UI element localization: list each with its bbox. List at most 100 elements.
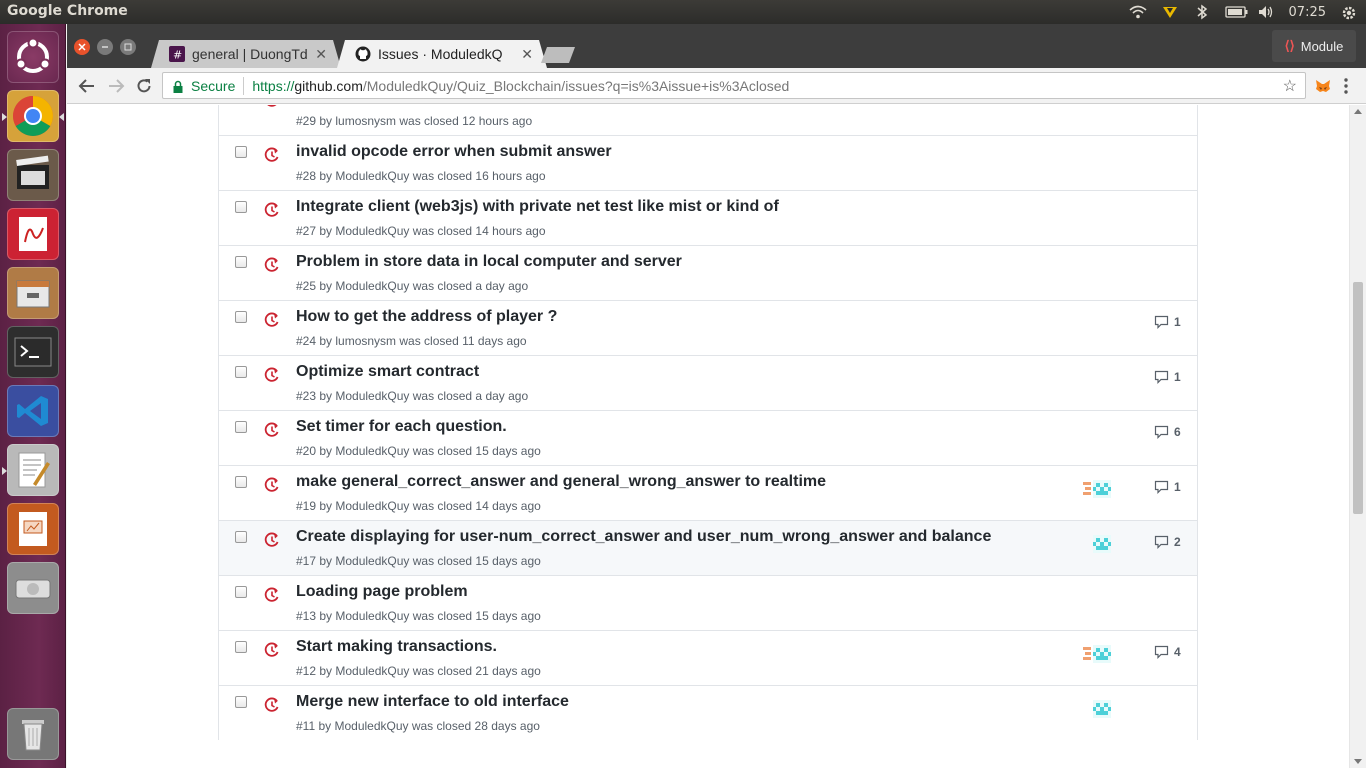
top-panel: Google Chrome 07:25	[0, 0, 1366, 24]
assignee-avatars[interactable]	[1083, 535, 1113, 555]
issue-checkbox[interactable]	[235, 586, 247, 598]
assignee-avatars[interactable]	[1083, 700, 1113, 720]
issue-title-link[interactable]: f5, close tab problem	[296, 105, 456, 106]
tab-strip: # general | DuongTd ✕ Issues · ModuledkQ…	[67, 24, 1366, 68]
bookmark-star-icon[interactable]: ☆	[1283, 76, 1297, 96]
wifi-icon[interactable]	[1129, 4, 1147, 20]
minimize-window-button[interactable]	[97, 39, 113, 55]
issue-title-link[interactable]: Create displaying for user-num_correct_a…	[296, 528, 991, 546]
scroll-up-icon[interactable]	[1354, 109, 1362, 114]
issue-closed-icon	[264, 532, 280, 548]
issue-checkbox[interactable]	[235, 421, 247, 433]
issue-row[interactable]: Create displaying for user-num_correct_a…	[219, 520, 1197, 575]
volume-icon[interactable]	[1257, 4, 1275, 20]
page-scrollbar[interactable]	[1349, 105, 1366, 768]
issue-comments-link[interactable]: 6	[1154, 425, 1181, 439]
issue-row[interactable]: Integrate client (web3js) with private n…	[219, 190, 1197, 245]
issue-row[interactable]: Loading page problem #13 by ModuledkQuy …	[219, 575, 1197, 630]
avatar[interactable]	[1093, 535, 1111, 553]
issue-closed-icon	[264, 697, 280, 713]
issue-row[interactable]: Start making transactions. #12 by Module…	[219, 630, 1197, 685]
metamask-extension-icon[interactable]	[1311, 74, 1335, 98]
maximize-window-button[interactable]	[120, 39, 136, 55]
settings-gear-icon[interactable]	[1340, 4, 1358, 20]
back-button[interactable]	[75, 74, 99, 98]
issue-checkbox[interactable]	[235, 366, 247, 378]
issue-row[interactable]: make general_correct_answer and general_…	[219, 465, 1197, 520]
close-tab-icon[interactable]: ✕	[315, 46, 327, 63]
reload-button[interactable]	[132, 74, 156, 98]
issue-comments-link[interactable]: 4	[1154, 645, 1181, 659]
clock[interactable]: 07:25	[1289, 5, 1326, 20]
issue-title-link[interactable]: Loading page problem	[296, 583, 468, 601]
close-tab-icon[interactable]: ✕	[521, 46, 533, 63]
issue-title-link[interactable]: Problem in store data in local computer …	[296, 253, 682, 271]
issue-checkbox[interactable]	[235, 146, 247, 158]
issue-closed-icon	[264, 202, 280, 218]
issue-title-link[interactable]: Integrate client (web3js) with private n…	[296, 198, 779, 216]
assignee-avatars[interactable]	[1083, 645, 1113, 665]
chrome-launcher-icon[interactable]	[2, 90, 64, 142]
new-tab-button[interactable]	[541, 47, 575, 63]
issue-checkbox[interactable]	[235, 256, 247, 268]
avatar[interactable]	[1093, 700, 1111, 718]
terminal-icon[interactable]	[7, 326, 59, 378]
issue-checkbox[interactable]	[235, 311, 247, 323]
issue-title-link[interactable]: Merge new interface to old interface	[296, 693, 569, 711]
close-window-button[interactable]	[74, 39, 90, 55]
issue-title-link[interactable]: make general_correct_answer and general_…	[296, 473, 826, 491]
text-editor-icon[interactable]	[2, 444, 59, 496]
files-icon[interactable]	[7, 267, 59, 319]
issue-row[interactable]: Problem in store data in local computer …	[219, 245, 1197, 300]
address-bar[interactable]: Secure https://github.com/ModuledkQuy/Qu…	[162, 72, 1306, 99]
issue-checkbox[interactable]	[235, 641, 247, 653]
issue-checkbox[interactable]	[235, 531, 247, 543]
video-editor-icon[interactable]	[7, 149, 59, 201]
issue-row[interactable]: Merge new interface to old interface #11…	[219, 685, 1197, 740]
issue-checkbox[interactable]	[235, 476, 247, 488]
comment-icon	[1154, 370, 1169, 384]
issue-title-link[interactable]: invalid opcode error when submit answer	[296, 143, 612, 161]
system-tray: 07:25	[1129, 0, 1358, 24]
assignee-avatars[interactable]	[1083, 480, 1113, 500]
tab-issues[interactable]: Issues · ModuledkQ ✕	[337, 40, 547, 68]
issue-row[interactable]: How to get the address of player ? #24 b…	[219, 300, 1197, 355]
profile-button[interactable]: ⟨⟩ Module	[1272, 30, 1356, 62]
scroll-down-icon[interactable]	[1354, 759, 1362, 764]
ubuntu-dash-icon[interactable]	[7, 31, 59, 83]
issue-title-link[interactable]: How to get the address of player ?	[296, 308, 557, 326]
vscode-icon[interactable]	[7, 385, 59, 437]
disk-drive-icon[interactable]	[7, 562, 59, 614]
url-path: /ModuledkQuy/Quiz_Blockchain/issues?q=is…	[362, 77, 790, 94]
avatar[interactable]	[1093, 480, 1111, 498]
tab-general[interactable]: # general | DuongTd ✕	[151, 40, 341, 68]
issue-row[interactable]: invalid opcode error when submit answer …	[219, 135, 1197, 190]
avatar[interactable]	[1093, 645, 1111, 663]
forward-button[interactable]	[104, 74, 128, 98]
issue-checkbox[interactable]	[235, 201, 247, 213]
issue-closed-icon	[264, 257, 280, 273]
chrome-menu-icon[interactable]	[1334, 74, 1358, 98]
issue-title-link[interactable]: Optimize smart contract	[296, 363, 479, 381]
issue-closed-icon	[264, 147, 280, 163]
issue-meta: #19 by ModuledkQuy was closed 14 days ag…	[296, 499, 541, 513]
issue-row[interactable]: Set timer for each question. #20 by Modu…	[219, 410, 1197, 465]
issue-row[interactable]: Optimize smart contract #23 by ModuledkQ…	[219, 355, 1197, 410]
issue-comments-link[interactable]: 1	[1154, 315, 1181, 329]
issue-comments-link[interactable]: 1	[1154, 480, 1181, 494]
issue-closed-icon	[264, 105, 280, 108]
impress-icon[interactable]	[7, 503, 59, 555]
bluetooth-icon[interactable]	[1193, 4, 1211, 20]
battery-icon[interactable]	[1224, 4, 1248, 20]
sync-icon[interactable]	[1161, 4, 1179, 20]
trash-icon[interactable]	[7, 708, 59, 760]
issue-row[interactable]: f5, close tab problem #29 by lumosnysm w…	[219, 105, 1197, 135]
issue-comments-link[interactable]: 2	[1154, 535, 1181, 549]
issue-checkbox[interactable]	[235, 696, 247, 708]
issue-title-link[interactable]: Start making transactions.	[296, 638, 497, 656]
unity-launcher	[0, 24, 66, 768]
issue-comments-link[interactable]: 1	[1154, 370, 1181, 384]
issue-title-link[interactable]: Set timer for each question.	[296, 418, 507, 436]
document-viewer-icon[interactable]	[7, 208, 59, 260]
scrollbar-thumb[interactable]	[1353, 282, 1363, 514]
